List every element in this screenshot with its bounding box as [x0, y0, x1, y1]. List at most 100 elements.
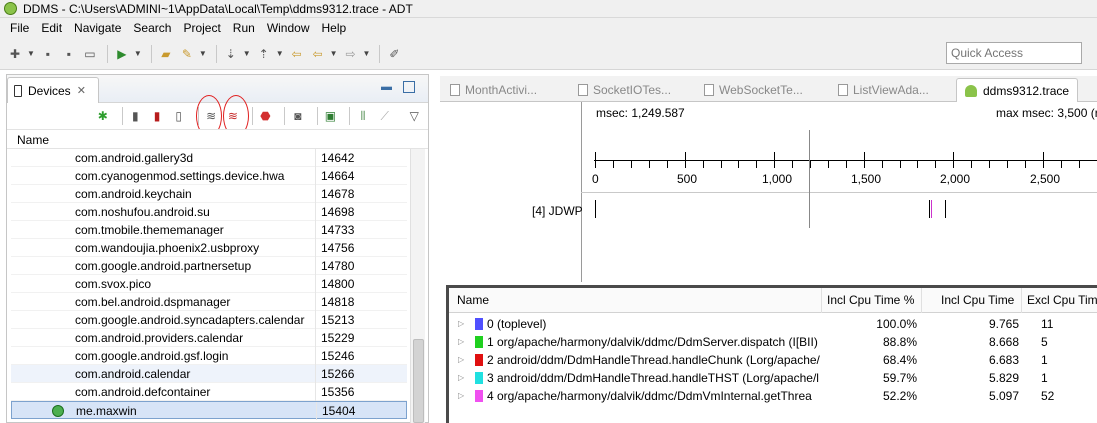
hierarchy-dump-icon[interactable]: ⟋ — [377, 107, 393, 125]
axis-minor-tick — [935, 160, 936, 168]
expand-icon[interactable]: ▷ — [458, 351, 464, 369]
column-header-incl-cpu-time[interactable]: Incl Cpu Time — [941, 293, 1014, 307]
list-item[interactable]: com.tmobile.thememanager 14733 — [11, 221, 407, 239]
axis-tick-label: 1,500 — [851, 172, 882, 186]
annotation-dropdown-icon[interactable]: ▼ — [199, 49, 207, 58]
list-item[interactable]: com.android.providers.calendar 15229 — [11, 329, 407, 347]
column-header-excl-cpu-time[interactable]: Excl Cpu Time — [1027, 293, 1097, 307]
view-menu-icon[interactable]: ▽ — [406, 107, 422, 125]
run-dropdown-icon[interactable]: ▼ — [134, 49, 142, 58]
list-item[interactable]: com.android.calendar 15266 — [11, 365, 407, 383]
list-item[interactable]: com.android.gallery3d 14642 — [11, 149, 407, 167]
forward-dropdown-icon[interactable]: ▼ — [363, 49, 371, 58]
tab-listview-adapter[interactable]: ListViewAda... — [838, 78, 929, 102]
expand-icon[interactable]: ▷ — [458, 387, 464, 405]
list-item[interactable]: com.android.defcontainer 15356 — [11, 383, 407, 401]
update-heap-icon[interactable]: ▮ — [128, 107, 144, 125]
menu-window[interactable]: Window — [261, 21, 316, 35]
annotation-icon[interactable]: ✎ — [178, 45, 196, 63]
trace-timeline[interactable]: msec: 1,249.587 max msec: 3,500 (re 0 50… — [440, 102, 1097, 284]
list-item[interactable]: com.noshufou.android.su 14698 — [11, 203, 407, 221]
run-icon[interactable]: ▶ — [113, 45, 131, 63]
tab-label: MonthActivi... — [465, 83, 538, 97]
expand-icon[interactable]: ▷ — [458, 369, 464, 387]
table-row[interactable]: ▷ 2 android/ddm/DdmHandleThread.handleCh… — [449, 351, 1097, 369]
process-pid: 14698 — [321, 205, 355, 219]
opengl-trace-icon[interactable]: ⫴ — [355, 107, 371, 125]
systrace-icon[interactable]: ▣ — [323, 107, 339, 125]
table-row[interactable]: ▷ 1 org/apache/harmony/dalvik/ddmc/DdmSe… — [449, 333, 1097, 351]
incl-cpu-time: 5.829 — [988, 371, 1019, 385]
menu-bar: File Edit Navigate Search Project Run Wi… — [0, 18, 1097, 38]
debug-bug-icon[interactable]: ✱ — [95, 107, 111, 125]
screen-capture-icon[interactable]: ◙ — [290, 107, 306, 125]
tab-devices[interactable]: Devices ✕ — [7, 77, 99, 103]
menu-project[interactable]: Project — [177, 21, 226, 35]
last-edit-icon[interactable]: ⇦ — [288, 45, 306, 63]
process-pid: 14733 — [321, 223, 355, 237]
axis-minor-tick — [882, 160, 883, 168]
back-icon[interactable]: ⇦ — [309, 45, 327, 63]
trace-event-mark — [595, 200, 596, 218]
devices-name-column-header[interactable]: Name — [7, 129, 428, 149]
menu-navigate[interactable]: Navigate — [68, 21, 127, 35]
cause-gc-icon[interactable]: ▯ — [171, 107, 187, 125]
minimize-icon[interactable]: ▬ — [381, 81, 393, 93]
column-header-incl-cpu-pct[interactable]: Incl Cpu Time % — [827, 293, 914, 307]
axis-tick-label: 1,000 — [762, 172, 793, 186]
list-item[interactable]: com.google.android.syncadapters.calendar… — [11, 311, 407, 329]
list-item[interactable]: com.cyanogenmod.settings.device.hwa 14664 — [11, 167, 407, 185]
tab-socket-io-test[interactable]: SocketIOTes... — [578, 78, 671, 102]
new-icon[interactable]: ✚ — [6, 45, 24, 63]
expand-icon[interactable]: ▷ — [458, 315, 464, 333]
quick-access-input[interactable] — [946, 42, 1082, 64]
column-header-name[interactable]: Name — [457, 293, 489, 307]
table-row[interactable]: ▷ 4 org/apache/harmony/dalvik/ddmc/DdmVm… — [449, 387, 1097, 405]
time-cursor[interactable] — [809, 130, 810, 228]
next-annotation-dropdown-icon[interactable]: ▼ — [243, 49, 251, 58]
next-annotation-icon[interactable]: ⇣ — [222, 45, 240, 63]
devices-panel-header: Devices ✕ ▬ — [7, 75, 428, 103]
toolbar-separator — [379, 44, 381, 63]
save-icon[interactable]: ▪ — [39, 45, 57, 63]
menu-run[interactable]: Run — [227, 21, 261, 35]
table-row[interactable]: ▷ 3 android/ddm/DdmHandleThread.handleTH… — [449, 369, 1097, 387]
menu-file[interactable]: File — [4, 21, 35, 35]
back-dropdown-icon[interactable]: ▼ — [330, 49, 338, 58]
save-all-icon[interactable]: ▪ — [60, 45, 78, 63]
expand-icon[interactable]: ▷ — [458, 333, 464, 351]
menu-help[interactable]: Help — [316, 21, 353, 35]
open-folder-icon[interactable]: ▰ — [157, 45, 175, 63]
list-item[interactable]: com.svox.pico 14800 — [11, 275, 407, 293]
list-item[interactable]: com.android.keychain 14678 — [11, 185, 407, 203]
menu-edit[interactable]: Edit — [35, 21, 68, 35]
process-name: com.android.calendar — [75, 367, 191, 381]
forward-icon[interactable]: ⇨ — [342, 45, 360, 63]
dump-hprof-icon[interactable]: ▮ — [149, 107, 165, 125]
list-item[interactable]: com.bel.android.dspmanager 14818 — [11, 293, 407, 311]
android-icon — [965, 84, 977, 97]
prev-annotation-icon[interactable]: ⇡ — [255, 45, 273, 63]
new-dropdown-icon[interactable]: ▼ — [27, 49, 35, 58]
close-icon[interactable]: ✕ — [77, 84, 86, 97]
prev-annotation-dropdown-icon[interactable]: ▼ — [276, 49, 284, 58]
msec-readout: msec: 1,249.587 — [596, 106, 685, 120]
maximize-icon[interactable] — [403, 81, 415, 93]
list-item[interactable]: com.google.android.partnersetup 14780 — [11, 257, 407, 275]
print-icon[interactable]: ▭ — [81, 45, 99, 63]
devices-scrollbar[interactable] — [410, 149, 425, 423]
scrollbar-thumb[interactable] — [413, 339, 424, 423]
pin-editor-icon[interactable]: ✐ — [385, 45, 403, 63]
list-item[interactable]: com.google.android.gsf.login 15246 — [11, 347, 407, 365]
table-row[interactable]: ▷ 0 (toplevel) 100.0% 9.765 11 — [449, 315, 1097, 333]
list-item-selected[interactable]: me.maxwin 15404 — [11, 401, 407, 420]
list-item[interactable]: com.wandoujia.phoenix2.usbproxy 14756 — [11, 239, 407, 257]
process-name: com.android.keychain — [75, 187, 192, 201]
color-swatch — [475, 390, 483, 402]
tab-websocket-test[interactable]: WebSocketTe... — [704, 78, 803, 102]
tab-month-activity[interactable]: MonthActivi... — [450, 78, 537, 102]
axis-minor-tick — [1079, 160, 1080, 168]
stop-process-icon[interactable]: ⬣ — [258, 107, 274, 125]
tab-ddms-trace[interactable]: ddms9312.trace — [956, 78, 1079, 102]
menu-search[interactable]: Search — [127, 21, 177, 35]
